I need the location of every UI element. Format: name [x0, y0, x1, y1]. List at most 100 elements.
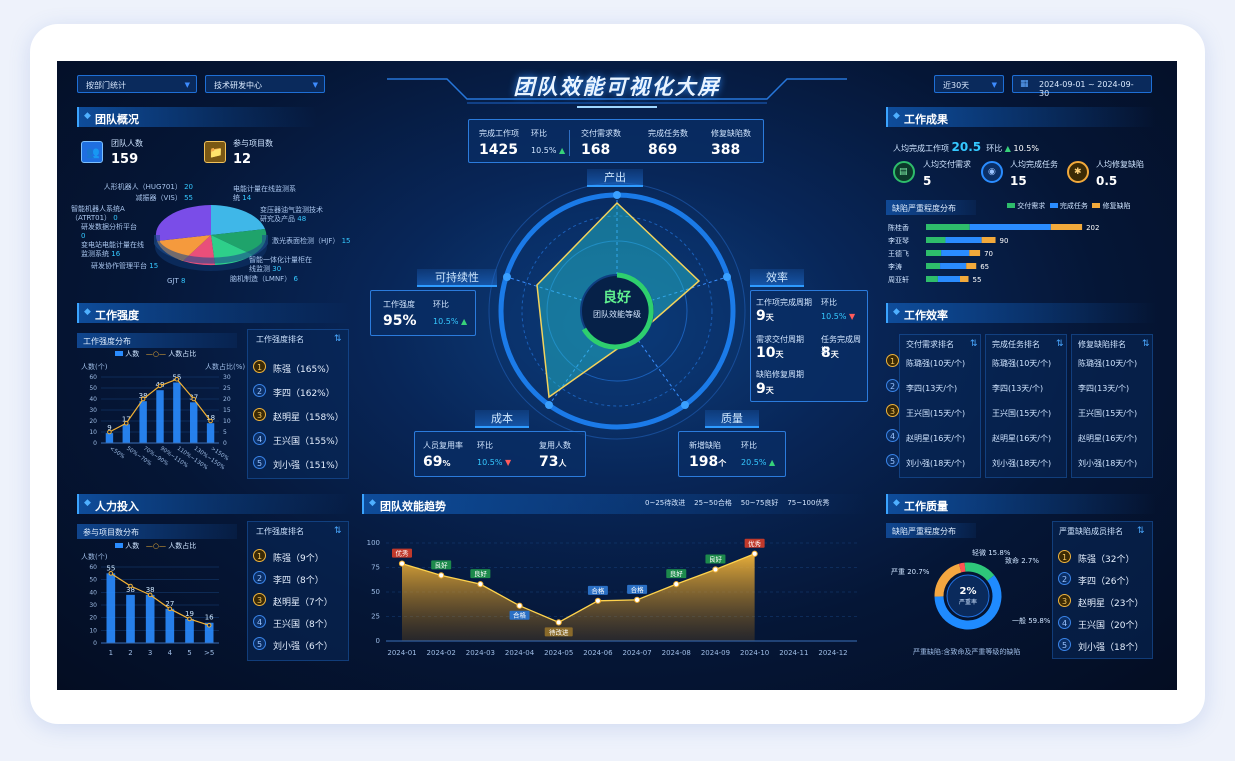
- y-tick-label: 0: [376, 637, 380, 645]
- list-item: 李四(13天/个): [906, 384, 958, 393]
- intensity-dist-title: 工作强度分布: [77, 333, 237, 348]
- range-select[interactable]: 近30天 ▼: [934, 75, 1004, 93]
- section-title: 工作效率: [904, 309, 948, 322]
- ratio-point: [128, 583, 133, 589]
- result-value: 0.5: [1096, 174, 1118, 188]
- point-tag-label: 合格: [513, 611, 527, 620]
- demand-icon: ▤: [893, 161, 915, 183]
- bar-segment: [960, 276, 969, 282]
- trend-down-icon: ▼: [504, 458, 512, 467]
- card-mom: 20.5% ▲: [741, 458, 776, 467]
- kpi-value: 869: [648, 142, 678, 158]
- cost-card: 人员复用率 环比 复用人数 69% 10.5% ▼ 73人: [414, 431, 586, 477]
- bar: [106, 573, 116, 643]
- y-tick-label: 20: [89, 615, 97, 622]
- card-mom: 10.5% ▼: [821, 312, 856, 321]
- list-item: 2 李四（162%）: [253, 381, 349, 403]
- bar-value-label: 70: [984, 250, 993, 258]
- donut-center-label: 严重率: [958, 599, 977, 606]
- bar: [190, 402, 198, 443]
- y-tick-label: 0: [93, 640, 97, 647]
- sort-icon[interactable]: ⇅: [970, 340, 978, 349]
- point-tag-label: 良好: [670, 569, 684, 578]
- list-item: 2 李四（26个）: [1058, 569, 1150, 591]
- card-value: 69%: [423, 454, 451, 470]
- donut-label: 致命 2.7%: [1005, 557, 1040, 565]
- bar-value-label: 55: [973, 276, 982, 284]
- section-marker-icon: ◆: [369, 498, 376, 508]
- y-tick-label: 100: [367, 539, 380, 547]
- trend-legend: 0~25待改进 25~50合格 50~75良好 75~100优秀: [645, 499, 830, 507]
- sort-icon[interactable]: ⇅: [334, 335, 342, 344]
- rank-title: 工作强度排名: [256, 527, 304, 536]
- list-item: 王兴国(15天/个): [1078, 409, 1138, 418]
- point-tag-label: 优秀: [748, 539, 762, 548]
- section-title: 人力投入: [95, 500, 139, 513]
- y-tick-label: 30: [89, 407, 97, 414]
- bar-segment: [969, 250, 981, 256]
- trend-area: [402, 553, 755, 641]
- list-item: 王兴国(15天/个): [992, 409, 1052, 418]
- bar-segment: [941, 250, 970, 256]
- x-tick-label: 2024-11: [779, 649, 808, 657]
- trend-point: [751, 550, 758, 557]
- sort-icon[interactable]: ⇅: [1142, 340, 1150, 349]
- center-select[interactable]: 技术研发中心 ▼: [205, 75, 325, 93]
- card-value: 9天: [756, 381, 774, 397]
- pie-label: 智能一体化计量柜在线监测 30: [249, 256, 312, 273]
- card-label: 复用人数: [539, 441, 571, 450]
- donut-label: 严重 20.7%: [891, 568, 930, 576]
- point-tag-label: 合格: [591, 586, 605, 595]
- bar: [126, 594, 135, 643]
- list-item: 5 刘小强（18个）: [1058, 635, 1150, 657]
- section-marker-icon: ◆: [893, 307, 900, 317]
- list-item: 1 陈强（32个）: [1058, 547, 1150, 569]
- sort-icon[interactable]: ⇅: [334, 527, 342, 536]
- section-marker-icon: ◆: [893, 498, 900, 508]
- y2-tick-label: 30: [223, 374, 231, 381]
- ratio-point: [208, 418, 213, 424]
- section-marker-icon: ◆: [84, 498, 91, 508]
- trend-point: [398, 560, 406, 567]
- donut-segment: [958, 562, 966, 573]
- y-tick-label: 75: [371, 564, 380, 572]
- efficiency-col-1: 交付需求排名 ⇅ 陈璐强(10天/个) 李四(13天/个) 王兴国(15天/个)…: [899, 334, 981, 478]
- card-mom: 10.5% ▲: [433, 317, 468, 326]
- efficiency-card: 工作项完成周期 环比 9天 10.5% ▼ 需求交付周期 任务完成周期 10天 …: [750, 290, 868, 402]
- pie-label: 变压器油气监测技术研究及产品 48: [260, 206, 323, 223]
- section-title: 团队概况: [95, 113, 139, 126]
- x-tick-label: 5: [187, 649, 191, 657]
- ratio-point: [108, 571, 114, 576]
- y2-tick-label: 10: [223, 418, 231, 425]
- bar-category-label: 周亚轩: [888, 275, 909, 284]
- kpi-mom: 10.5% ▲: [531, 146, 566, 155]
- bar-segment: [926, 224, 970, 230]
- col-title: 完成任务排名: [992, 340, 1040, 349]
- card-value: 10天: [756, 345, 784, 361]
- section-results: ◆ 工作成果: [886, 107, 1156, 127]
- projects-value: 12: [233, 152, 252, 167]
- bar-value-label: 202: [1086, 224, 1099, 232]
- date-range-picker[interactable]: ▦ 2024-09-01 ~ 2024-09-30: [1012, 75, 1152, 98]
- list-item: 3 赵明星（158%）: [253, 405, 349, 427]
- y-tick-label: 10: [89, 429, 97, 436]
- dept-select-value: 按部门统计: [86, 81, 126, 90]
- bar-segment: [945, 237, 982, 243]
- quality-card: 新增缺陷 环比 198个 20.5% ▲: [678, 431, 786, 477]
- point-tag-label: 良好: [435, 560, 449, 569]
- grade-value: 良好: [603, 290, 631, 306]
- y-tick-label: 40: [89, 589, 97, 596]
- dept-select[interactable]: 按部门统计 ▼: [77, 75, 197, 93]
- trend-point: [673, 581, 680, 588]
- members-value: 159: [111, 152, 139, 167]
- tag-output: 产出: [587, 169, 643, 187]
- card-label: 需求交付周期: [756, 335, 804, 344]
- y-tick-label: 40: [89, 396, 97, 403]
- calendar-icon: ▦: [1020, 79, 1029, 89]
- kpi-value: 388: [711, 142, 741, 158]
- point-tag-label: 待改进: [549, 627, 569, 636]
- task-icon: ◉: [981, 161, 1003, 183]
- x-tick-label: 2024-12: [818, 649, 847, 657]
- sort-icon[interactable]: ⇅: [1137, 527, 1145, 536]
- sort-icon[interactable]: ⇅: [1056, 340, 1064, 349]
